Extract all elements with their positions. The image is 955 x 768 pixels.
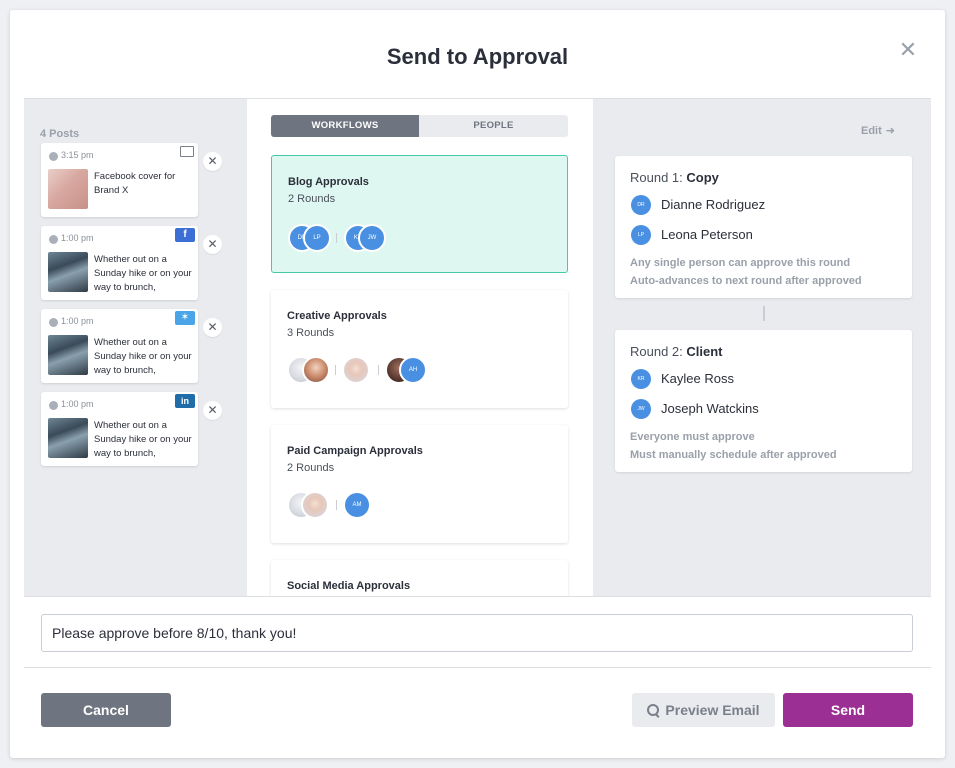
search-icon	[647, 704, 660, 716]
post-thumbnail	[48, 418, 88, 458]
linkedin-icon: in	[175, 394, 195, 408]
workflows-panel: WORKFLOWS PEOPLE Blog Approvals 2 Rounds…	[247, 99, 593, 596]
edit-label: Edit	[861, 125, 882, 137]
close-icon[interactable]: ✕	[898, 39, 918, 61]
post-thumbnail	[48, 335, 88, 375]
avatar	[301, 491, 329, 519]
status-dot-icon	[49, 318, 58, 327]
tab-workflows[interactable]: WORKFLOWS	[271, 115, 419, 137]
member-name: Kaylee Ross	[661, 371, 734, 386]
workflow-rounds: 3 Rounds	[287, 327, 335, 339]
workflow-name: Creative Approvals	[287, 310, 387, 322]
send-to-approval-modal: Send to Approval ✕ 4 Posts 3:15 pm Faceb…	[10, 10, 945, 758]
post-text: Whether out on a Sunday hike or on your …	[94, 420, 192, 459]
workflow-rounds: 2 Rounds	[288, 193, 336, 205]
footer-divider	[24, 667, 931, 668]
member-name: Dianne Rodriguez	[661, 197, 766, 212]
member-name: Joseph Watckins	[661, 401, 759, 416]
post-card[interactable]: 1:00 pm f Whether out on a Sunday hike o…	[41, 226, 198, 300]
modal-title: Send to Approval	[386, 44, 569, 69]
post-text: Whether out on a Sunday hike or on your …	[94, 337, 192, 376]
post-time: 3:15 pm	[61, 150, 94, 160]
message-input[interactable]: Please approve before 8/10, thank you!	[41, 614, 913, 652]
status-dot-icon	[49, 152, 58, 161]
avatar	[302, 356, 330, 384]
round-name: Client	[686, 344, 723, 359]
post-text: Facebook cover for Brand X	[94, 171, 176, 196]
post-card[interactable]: 1:00 pm ✶ Whether out on a Sunday hike o…	[41, 309, 198, 383]
posts-panel: 4 Posts 3:15 pm Facebook cover for Brand…	[24, 99, 247, 596]
remove-post-button[interactable]: ✕	[203, 235, 222, 254]
avatar: JW	[358, 224, 386, 252]
post-thumbnail	[48, 252, 88, 292]
round-rule: Everyone must approve	[630, 431, 755, 443]
round-separator	[378, 365, 379, 375]
round-rule: Auto-advances to next round after approv…	[630, 275, 862, 287]
post-time: 1:00 pm	[61, 316, 94, 326]
posts-count: 4 Posts	[40, 128, 80, 140]
workflow-name: Blog Approvals	[288, 176, 369, 188]
post-card[interactable]: 3:15 pm Facebook cover for Brand X	[41, 143, 198, 217]
round-separator	[335, 365, 336, 375]
post-text: Whether out on a Sunday hike or on your …	[94, 254, 192, 293]
view-toggle: WORKFLOWS PEOPLE	[271, 115, 568, 137]
avatar: KR	[631, 369, 651, 389]
workflow-card[interactable]: Creative Approvals 3 Rounds AH	[271, 290, 568, 408]
round-card: Round 2: Client KR Kaylee Ross JW Joseph…	[615, 330, 912, 472]
avatar	[342, 356, 370, 384]
workflow-card[interactable]: Social Media Approvals	[271, 560, 568, 596]
round-name: Copy	[686, 170, 719, 185]
round-connector	[763, 306, 765, 321]
round-title: Round 2: Client	[630, 344, 723, 359]
workflow-name: Paid Campaign Approvals	[287, 445, 423, 457]
remove-post-button[interactable]: ✕	[203, 401, 222, 420]
remove-post-button[interactable]: ✕	[203, 318, 222, 337]
post-time: 1:00 pm	[61, 399, 94, 409]
workflow-rounds: 2 Rounds	[287, 462, 335, 474]
preview-email-button[interactable]: Preview Email	[632, 693, 775, 727]
round-separator	[336, 233, 337, 243]
avatar: AM	[343, 491, 371, 519]
post-card[interactable]: 1:00 pm in Whether out on a Sunday hike …	[41, 392, 198, 466]
remove-post-button[interactable]: ✕	[203, 152, 222, 171]
round-separator	[336, 500, 337, 510]
workflow-card[interactable]: Paid Campaign Approvals 2 Rounds AM	[271, 425, 568, 543]
post-thumbnail	[48, 169, 88, 209]
preview-email-label: Preview Email	[665, 702, 760, 718]
workflow-card-selected[interactable]: Blog Approvals 2 Rounds DR LP KR JW	[271, 155, 568, 273]
external-link-icon: ➜	[885, 125, 895, 137]
avatar: DR	[631, 195, 651, 215]
modal-body: 4 Posts 3:15 pm Facebook cover for Brand…	[24, 98, 931, 597]
avatar: LP	[631, 225, 651, 245]
status-dot-icon	[49, 401, 58, 410]
member-name: Leona Peterson	[661, 227, 753, 242]
avatar: LP	[303, 224, 331, 252]
twitter-icon: ✶	[175, 311, 195, 325]
facebook-icon: f	[175, 228, 195, 242]
round-card: Round 1: Copy DR Dianne Rodriguez LP Leo…	[615, 156, 912, 298]
workflow-name: Social Media Approvals	[287, 580, 411, 592]
cancel-button[interactable]: Cancel	[41, 693, 171, 727]
round-title: Round 1: Copy	[630, 170, 719, 185]
avatar: AH	[399, 356, 427, 384]
edit-workflow-link[interactable]: Edit ➜	[861, 124, 895, 137]
send-button[interactable]: Send	[783, 693, 913, 727]
post-time: 1:00 pm	[61, 233, 94, 243]
image-icon	[180, 146, 194, 157]
tab-people[interactable]: PEOPLE	[419, 115, 568, 137]
round-rule: Must manually schedule after approved	[630, 449, 837, 461]
workflow-detail-panel: Edit ➜ Round 1: Copy DR Dianne Rodriguez …	[593, 99, 931, 596]
status-dot-icon	[49, 235, 58, 244]
round-rule: Any single person can approve this round	[630, 257, 851, 269]
avatar: JW	[631, 399, 651, 419]
